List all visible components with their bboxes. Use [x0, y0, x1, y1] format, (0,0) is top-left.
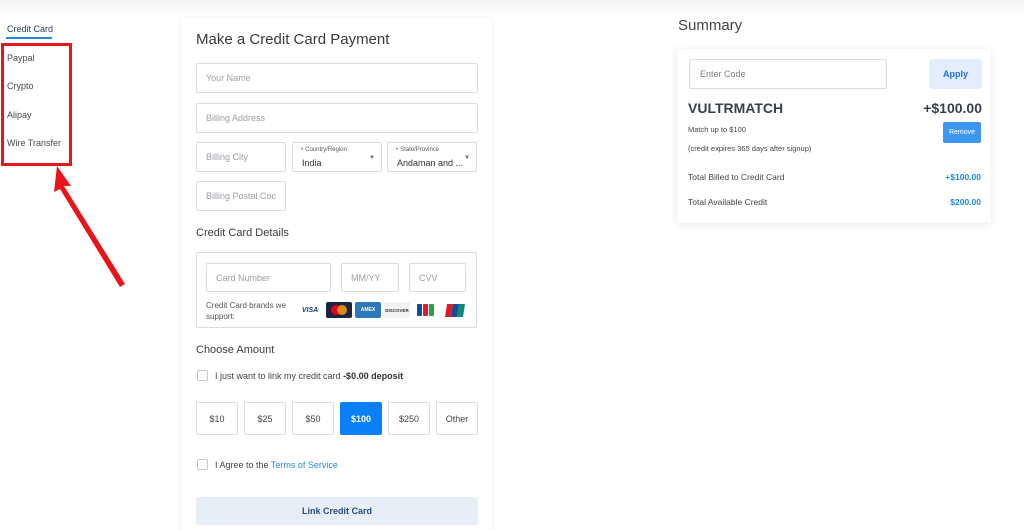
promo-code-input[interactable]	[700, 69, 886, 79]
card-number-input[interactable]	[216, 272, 330, 283]
total-available-value: $200.00	[950, 197, 981, 207]
unionpay-logo-icon	[442, 302, 468, 318]
promo-expiry-note: (credit expires 365 days after signup)	[688, 144, 812, 153]
amex-logo-icon: AMEX	[355, 302, 381, 318]
payment-page: Credit Card Paypal Crypto Alipay Wire Tr…	[0, 0, 1024, 530]
total-available-label: Total Available Credit	[688, 197, 768, 207]
name-field[interactable]	[196, 63, 478, 93]
address-field[interactable]	[196, 103, 478, 133]
unionpay-stripes-icon	[445, 303, 465, 317]
amount-option-50[interactable]: $50	[292, 402, 334, 435]
promo-code-name: VULTRMATCH	[688, 100, 784, 116]
city-field[interactable]	[196, 142, 286, 172]
terms-label: I Agree to the Terms of Service	[215, 460, 338, 470]
country-select-value: India	[302, 158, 322, 168]
country-select-label: • Country/Region	[301, 147, 347, 153]
supported-brands-text: Credit Card brands we support:	[206, 301, 287, 321]
sidebar-item-credit-card[interactable]: Credit Card	[7, 24, 53, 34]
summary-title: Summary	[678, 17, 743, 34]
expiry-field[interactable]	[341, 263, 399, 292]
credit-card-details-heading: Credit Card Details	[196, 227, 289, 239]
total-billed-label: Total Billed to Credit Card	[688, 172, 785, 182]
total-billed-value: +$100.00	[945, 172, 981, 182]
promo-description: Match up to $100	[688, 125, 746, 134]
address-input[interactable]	[206, 113, 477, 123]
postal-input[interactable]	[206, 191, 285, 201]
postal-field[interactable]	[196, 181, 286, 211]
cvv-field[interactable]	[409, 263, 466, 292]
amount-option-10[interactable]: $10	[196, 402, 238, 435]
jcb-logo-icon	[413, 302, 439, 318]
card-number-field[interactable]	[206, 263, 331, 292]
cvv-input[interactable]	[419, 272, 465, 283]
terms-checkbox[interactable]	[197, 459, 208, 470]
terms-of-service-link[interactable]: Terms of Service	[271, 460, 338, 470]
choose-amount-heading: Choose Amount	[196, 344, 275, 356]
mastercard-circles-icon	[331, 305, 347, 315]
city-input[interactable]	[206, 152, 285, 162]
amount-option-25[interactable]: $25	[244, 402, 286, 435]
amount-option-other[interactable]: Other	[436, 402, 478, 435]
state-select-value: Andaman and ...	[397, 158, 464, 168]
jcb-stripes-icon	[417, 304, 434, 316]
name-input[interactable]	[206, 73, 477, 83]
chevron-down-icon: ▼	[369, 155, 375, 161]
mastercard-logo-icon	[326, 302, 352, 318]
link-credit-card-button[interactable]: Link Credit Card	[196, 497, 478, 525]
country-select[interactable]: • Country/Region India ▼	[292, 142, 382, 172]
amount-option-100[interactable]: $100	[340, 402, 382, 435]
annotation-highlight-box	[1, 43, 72, 166]
expiry-input[interactable]	[351, 272, 398, 283]
top-shadow	[0, 0, 1024, 16]
apply-code-button[interactable]: Apply	[929, 59, 982, 89]
visa-logo-icon: VISA	[297, 302, 323, 318]
payment-form-title: Make a Credit Card Payment	[196, 31, 390, 48]
promo-code-field[interactable]	[689, 59, 887, 89]
discover-logo-icon: DISCOVER	[384, 302, 410, 318]
link-only-label: I just want to link my credit card -$0.0…	[215, 371, 404, 381]
state-select-label: • State/Province	[396, 147, 440, 153]
active-tab-underline	[6, 37, 52, 39]
state-select[interactable]: • State/Province Andaman and ... ▼	[387, 142, 477, 172]
chevron-down-icon: ▼	[464, 155, 470, 161]
promo-amount: +$100.00	[923, 100, 982, 116]
amount-option-250[interactable]: $250	[388, 402, 430, 435]
annotation-arrow-icon	[54, 166, 125, 287]
link-only-checkbox[interactable]	[197, 370, 208, 381]
remove-code-button[interactable]: Remove	[943, 122, 981, 143]
